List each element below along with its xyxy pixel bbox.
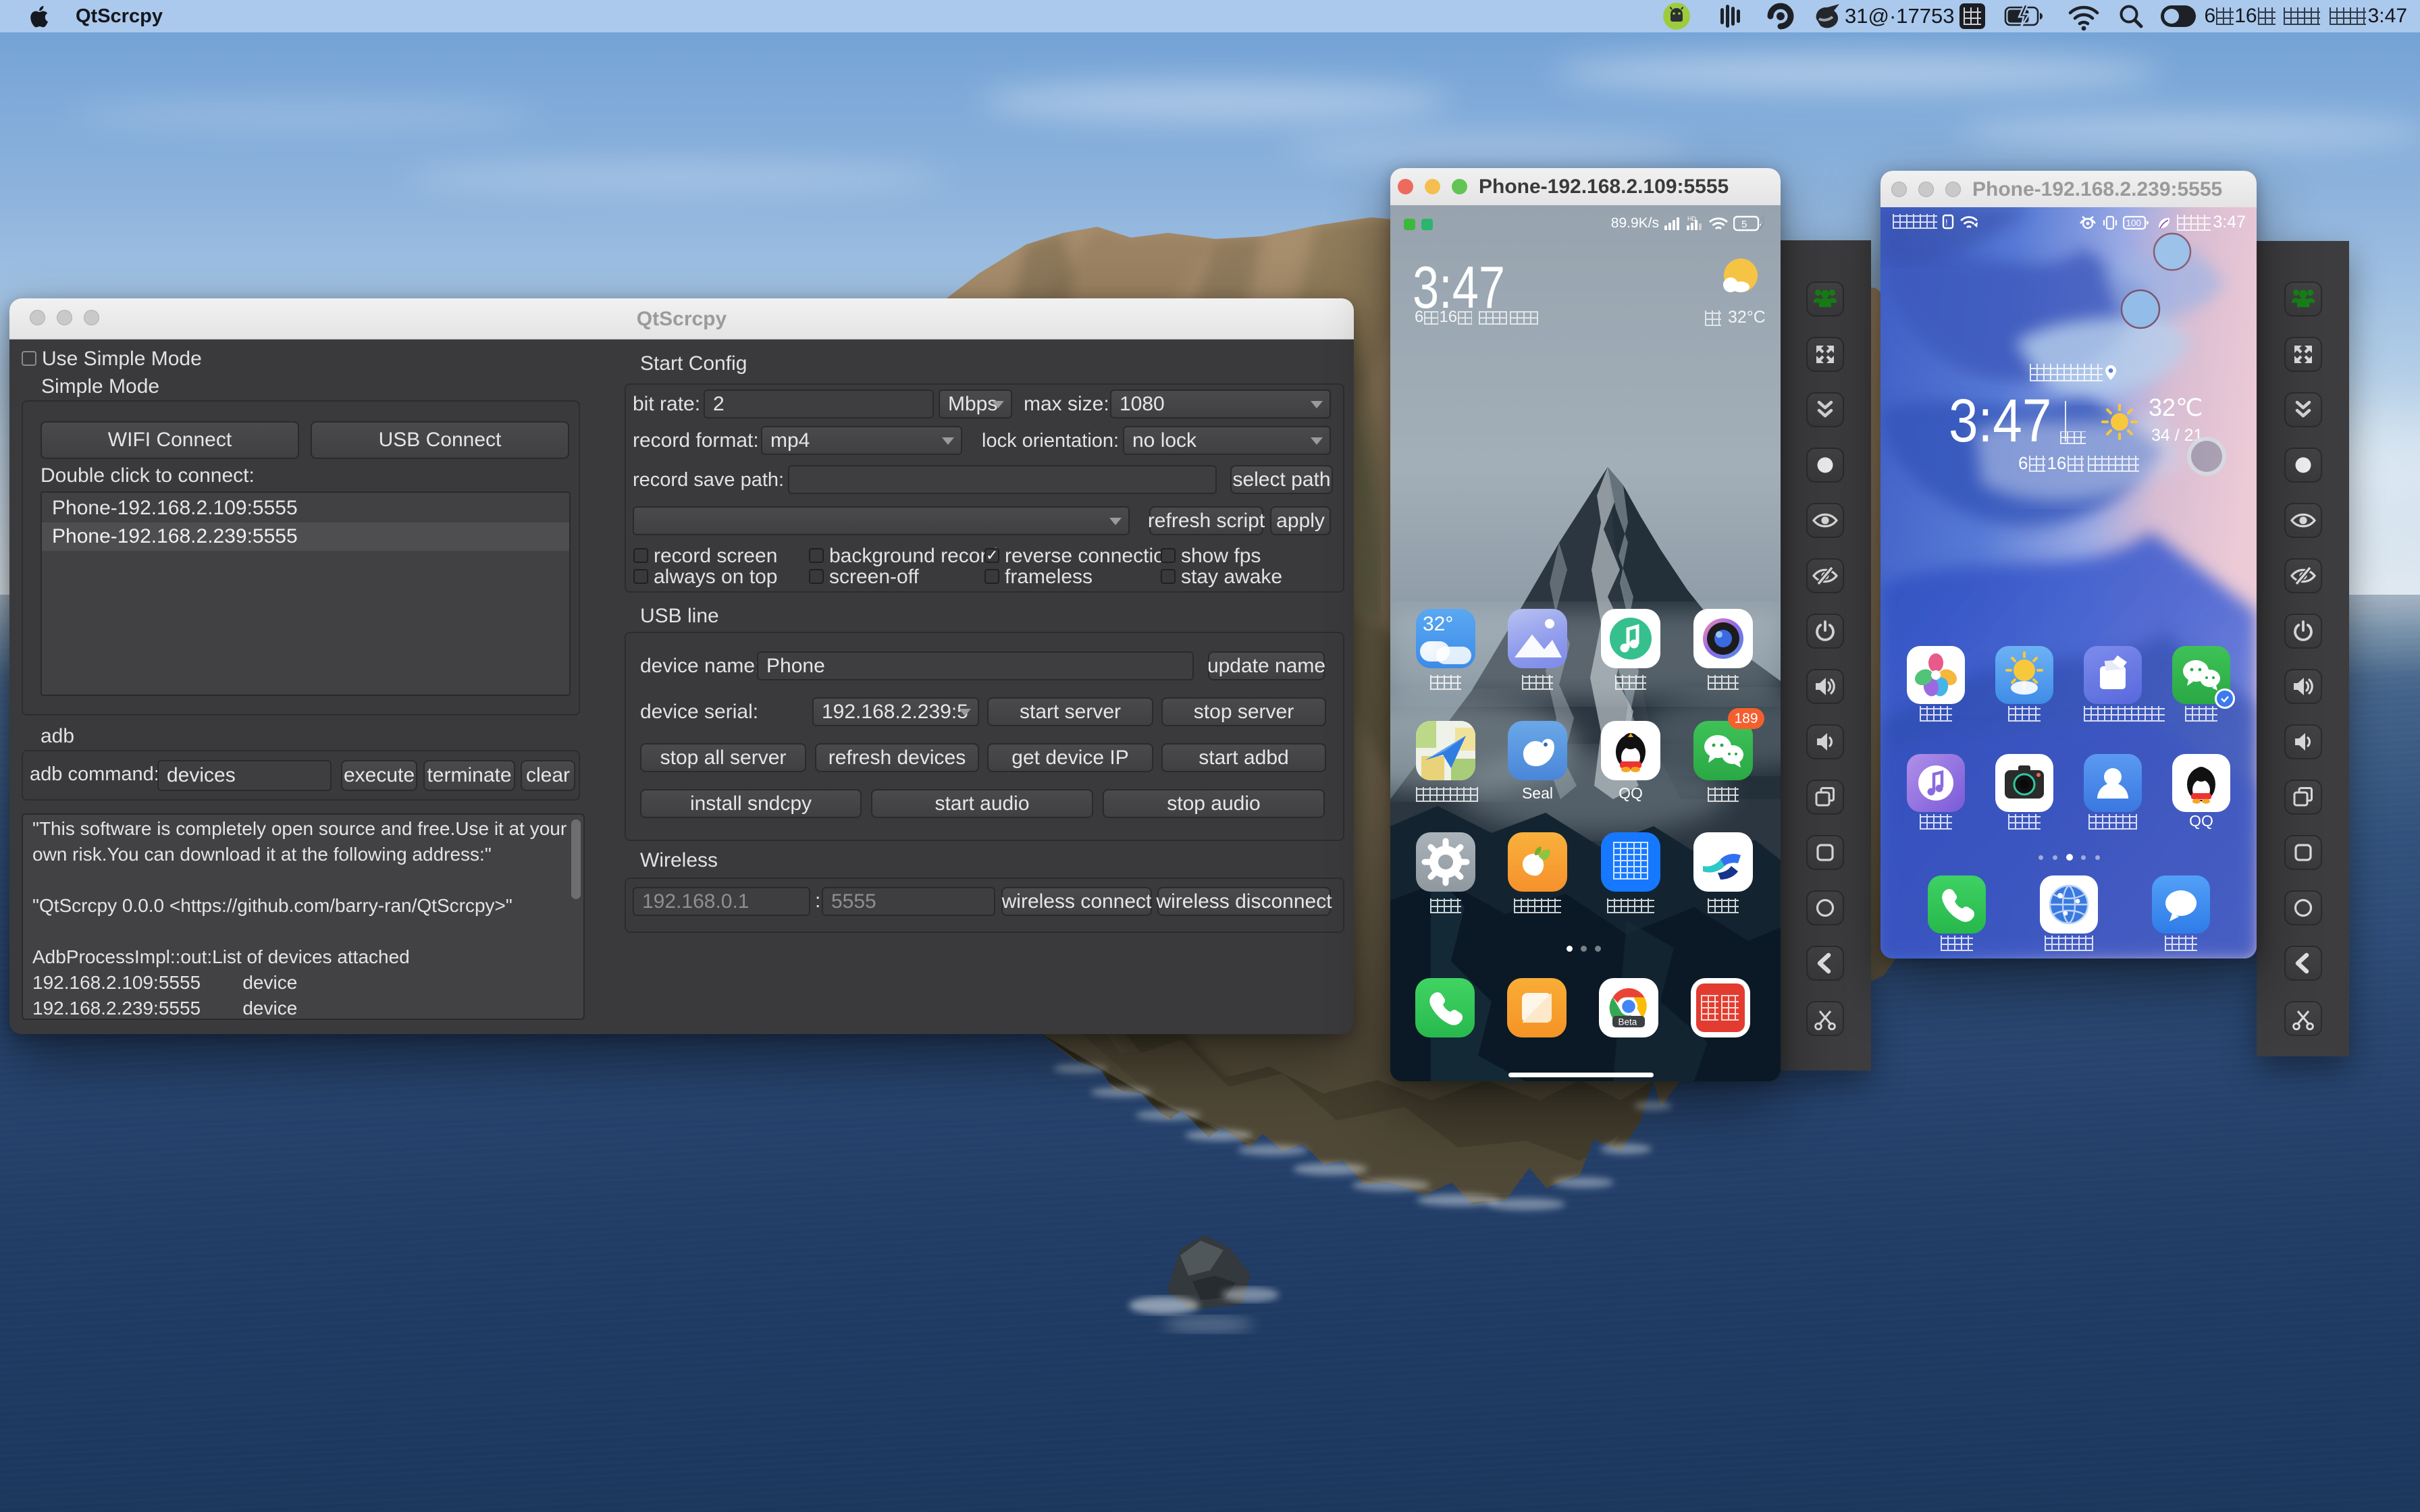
- svg-text:100: 100: [2126, 218, 2142, 228]
- svg-text:Beta: Beta: [1619, 1017, 1637, 1027]
- svg-text:5: 5: [1741, 219, 1747, 230]
- svg-text:!: !: [1945, 217, 1948, 227]
